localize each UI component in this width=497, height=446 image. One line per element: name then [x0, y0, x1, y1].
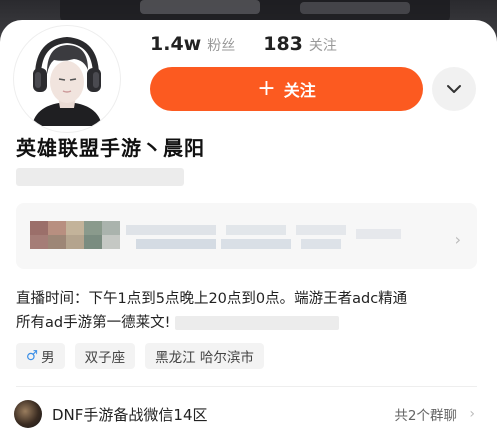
- chevron-right-icon: ›: [469, 406, 475, 422]
- profile-name: 英雄联盟手游丶晨阳: [16, 136, 205, 160]
- profile-card: 1.4w 粉丝 183 关注 + 关注 英雄联盟手游丶晨阳 › 直播时间：下午1…: [0, 20, 497, 446]
- avatar-illustration: [17, 29, 117, 129]
- profile-stats: 1.4w 粉丝 183 关注: [150, 33, 365, 55]
- group-name: DNF手游备战微信14区: [52, 405, 208, 424]
- bio-line: 直播时间：下午1点到5点晚上20点到0点。端游王者adc精通: [16, 291, 408, 307]
- tag-label: 男: [41, 350, 55, 366]
- group-avatar: [14, 400, 42, 428]
- plus-icon: +: [257, 76, 276, 101]
- blur-mosaic: [30, 221, 401, 249]
- divider: [16, 386, 477, 387]
- following-label[interactable]: 关注: [309, 35, 337, 55]
- tag-gender: ♂ 男: [16, 343, 65, 369]
- profile-tags: ♂ 男 双子座 黑龙江 哈尔滨市: [16, 343, 274, 369]
- more-options-button[interactable]: [432, 67, 476, 111]
- tag-label: 黑龙江 哈尔滨市: [155, 350, 254, 366]
- chevron-right-icon: ›: [454, 230, 461, 249]
- banner-text-blur: [300, 2, 410, 14]
- male-icon: ♂: [26, 348, 39, 364]
- following-count[interactable]: 183: [263, 33, 303, 55]
- group-count: 共2个群聊: [394, 408, 457, 424]
- follow-button[interactable]: + 关注: [150, 67, 423, 111]
- blurred-bio-text: [175, 316, 340, 330]
- banner-text-blur: [140, 0, 260, 14]
- profile-bio: 直播时间：下午1点到5点晚上20点到0点。端游王者adc精通 所有ad手游第一德…: [16, 287, 486, 335]
- bio-line: 所有ad手游第一德莱文!: [16, 315, 171, 331]
- tag-zodiac: 双子座: [74, 343, 136, 369]
- blurred-user-id: [16, 168, 184, 186]
- tag-location: 黑龙江 哈尔滨市: [145, 343, 264, 369]
- chevron-down-icon: [447, 85, 461, 93]
- blurred-info-card[interactable]: ›: [16, 203, 477, 269]
- fans-count[interactable]: 1.4w: [150, 33, 201, 55]
- group-chat-row[interactable]: DNF手游备战微信14区 共2个群聊 ›: [14, 398, 477, 430]
- tag-label: 双子座: [84, 350, 126, 366]
- avatar[interactable]: [14, 26, 120, 132]
- fans-label[interactable]: 粉丝: [207, 35, 235, 55]
- bio-line-2: 所有ad手游第一德莱文!: [16, 311, 486, 335]
- follow-button-label: 关注: [283, 81, 316, 100]
